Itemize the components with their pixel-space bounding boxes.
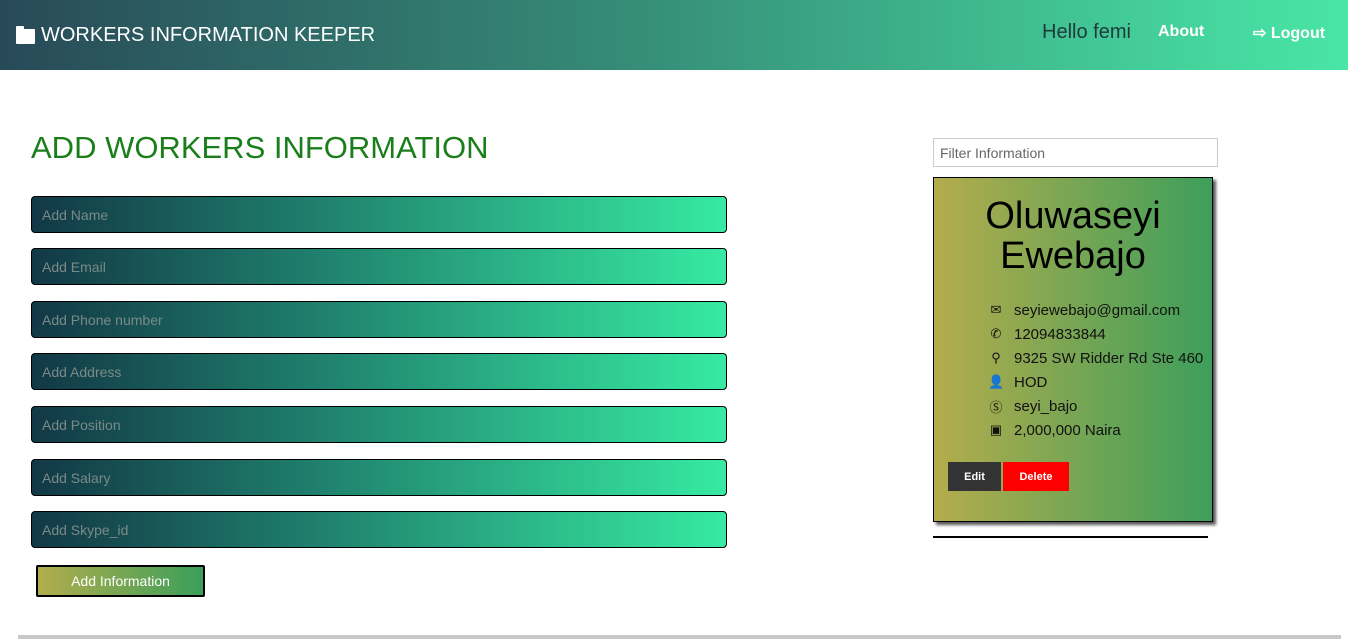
- salary-row: ▣ 2,000,000 Naira: [988, 418, 1203, 442]
- envelope-icon: ✉: [990, 302, 1002, 317]
- email-input[interactable]: [31, 248, 727, 285]
- brand-title: WORKERS INFORMATION KEEPER: [41, 24, 376, 46]
- money-icon: ▣: [989, 422, 1003, 437]
- email: seyiewebajo@gmail.com: [1014, 301, 1181, 319]
- phone-input[interactable]: [31, 301, 727, 338]
- salary-input[interactable]: [31, 459, 727, 496]
- skype-icon: Ⓢ: [989, 399, 1003, 415]
- folder-icon: [16, 25, 35, 44]
- logout-link[interactable]: ⇨ Logout: [1253, 23, 1325, 43]
- worker-card: Oluwaseyi Ewebajo ✉ seyiewebajo@gmail.com …: [933, 177, 1213, 522]
- salary: 2,000,000 Naira: [1014, 421, 1121, 439]
- address: 9325 SW Ridder Rd Ste 460: [1014, 349, 1204, 367]
- about-link[interactable]: About: [1158, 23, 1204, 41]
- logout-label: Logout: [1270, 25, 1326, 42]
- position-input[interactable]: [31, 406, 727, 443]
- horizontal-scrollbar[interactable]: [18, 635, 1341, 639]
- filter-input[interactable]: [933, 138, 1218, 167]
- navbar: WORKERS INFORMATION KEEPER Hello femi Ab…: [0, 0, 1348, 70]
- email-row: ✉ seyiewebajo@gmail.com: [988, 298, 1203, 322]
- logout-icon: ⇨: [1253, 25, 1271, 42]
- brand[interactable]: WORKERS INFORMATION KEEPER: [16, 24, 375, 47]
- divider: [933, 536, 1208, 538]
- phone: 12094833844: [1014, 325, 1106, 343]
- position: HOD: [1014, 373, 1048, 391]
- worker-info: ✉ seyiewebajo@gmail.com ✆ 12094833844 ⚲ 932…: [988, 298, 1203, 442]
- worker-name: Oluwaseyi Ewebajo: [934, 196, 1212, 276]
- address-row: ⚲ 9325 SW Ridder Rd Ste 460: [988, 346, 1203, 370]
- phone-icon: ✆: [990, 326, 1002, 341]
- first-name: Oluwaseyi: [985, 195, 1161, 237]
- user-icon: 👤: [988, 374, 1005, 389]
- skype-input[interactable]: [31, 511, 727, 548]
- name-input[interactable]: [31, 196, 727, 233]
- last-name: Ewebajo: [1000, 235, 1146, 277]
- map-marker-icon: ⚲: [991, 350, 1001, 365]
- edit-button[interactable]: Edit: [948, 462, 1001, 491]
- skype-row: Ⓢseyi_bajo: [988, 394, 1203, 418]
- greeting: Hello femi: [1042, 21, 1131, 43]
- form-title: ADD WORKERS INFORMATION: [31, 130, 489, 165]
- position-row: 👤 HOD: [988, 370, 1203, 394]
- phone-row: ✆ 12094833844: [988, 322, 1203, 346]
- skype: seyi_bajo: [1014, 397, 1078, 415]
- delete-button[interactable]: Delete: [1003, 462, 1069, 491]
- address-input[interactable]: [31, 353, 727, 390]
- add-information-button[interactable]: Add Information: [36, 565, 205, 597]
